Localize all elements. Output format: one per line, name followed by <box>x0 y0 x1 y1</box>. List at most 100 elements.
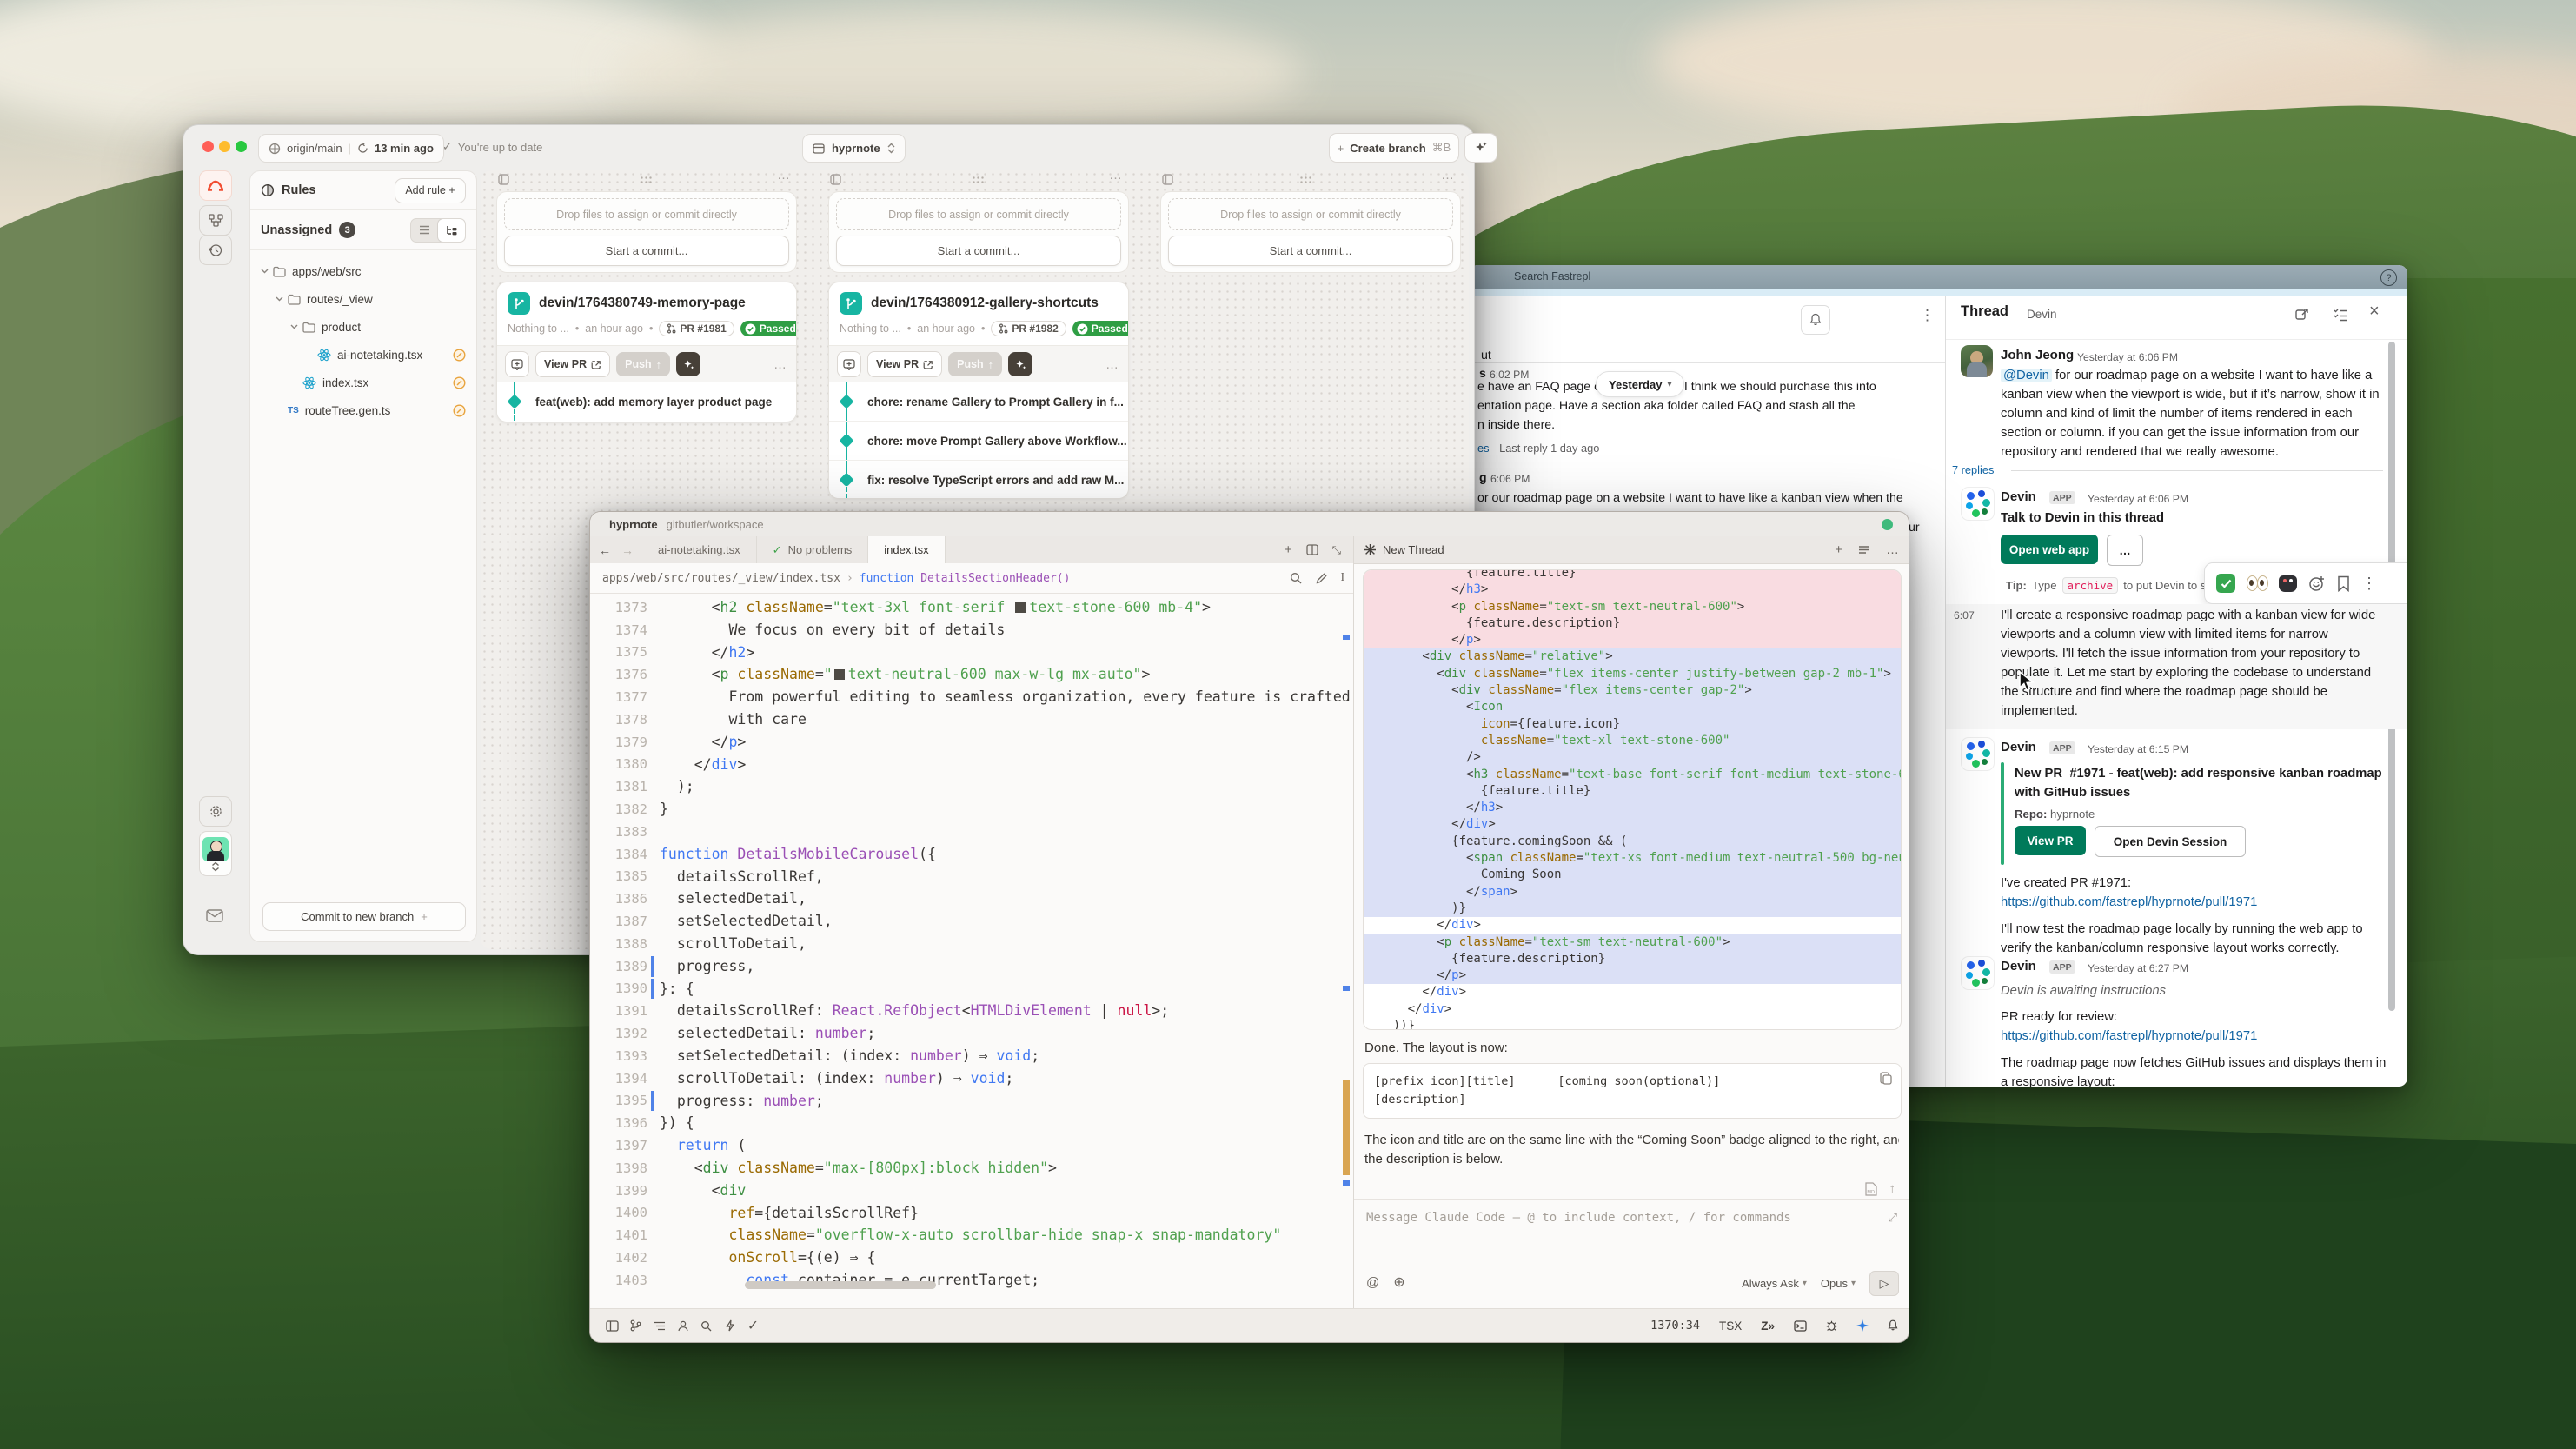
help-icon[interactable]: ? <box>2380 269 2397 286</box>
devin-avatar[interactable] <box>1961 737 1995 771</box>
ai-sparkle-icon[interactable] <box>1856 1319 1869 1332</box>
editor-titlebar[interactable]: hyprnote gitbutler/workspace <box>590 512 1909 536</box>
pr-number-pill[interactable]: PR #1982 <box>991 321 1066 336</box>
code-line[interactable]: 1390}: { <box>590 978 1351 1000</box>
project-switcher[interactable]: hyprnote <box>802 134 906 163</box>
new-tab-icon[interactable]: + <box>1285 542 1292 557</box>
code-line[interactable]: 1376 <p className="text-neutral-600 max-… <box>590 663 1351 686</box>
nav-forward-icon[interactable]: → <box>621 543 634 557</box>
thread-list-icon[interactable] <box>1858 545 1870 555</box>
commit-row[interactable]: fix: resolve TypeScript errors and add r… <box>829 460 1128 499</box>
channel-more-icon[interactable]: ⋮ <box>1920 307 1935 324</box>
code-line[interactable]: 1393 setSelectedDetail: (index: number) … <box>590 1045 1351 1067</box>
panel-dock-icon[interactable] <box>601 1320 624 1332</box>
add-rule-button[interactable]: Add rule + <box>395 178 466 203</box>
code-line[interactable]: 1396}) { <box>590 1112 1351 1134</box>
editor-breadcrumb[interactable]: apps/web/src/routes/_view/index.tsx › fu… <box>590 563 1378 594</box>
view-pr-button[interactable]: View PR <box>535 351 610 377</box>
create-branch-button[interactable]: + Create branch ⌘B <box>1329 133 1459 163</box>
branch-menu-icon[interactable]: … <box>773 357 788 372</box>
tab-ai-notetaking[interactable]: ai-notetaking.tsx <box>642 536 757 563</box>
horizontal-scrollbar[interactable] <box>745 1281 936 1289</box>
collapse-lane-icon[interactable] <box>1162 174 1173 185</box>
edit-pencil-icon[interactable] <box>1316 573 1327 584</box>
code-line[interactable]: 1381 ); <box>590 775 1351 798</box>
code-line[interactable]: 1377 From powerful editing to seamless o… <box>590 686 1351 708</box>
eyes-reaction-button[interactable] <box>2247 575 2267 591</box>
tree-item-apps-web-src[interactable]: apps/web/src <box>250 257 476 285</box>
commit-message[interactable]: chore: move Prompt Gallery above Workflo… <box>867 435 1127 448</box>
collab-people-icon[interactable] <box>671 1320 694 1332</box>
push-button[interactable]: Push ↑ <box>948 352 1002 376</box>
tab-diagnostics[interactable]: ✓No problems <box>757 536 869 563</box>
maximize-pane-icon[interactable]: ⤡ <box>1332 543 1341 557</box>
author-name[interactable]: Devin <box>2001 959 2036 974</box>
language-mode[interactable]: TSX <box>1719 1319 1742 1333</box>
drag-handle-icon[interactable] <box>1299 176 1313 183</box>
chevron-down-icon[interactable] <box>261 269 269 274</box>
commit-row[interactable]: chore: move Prompt Gallery above Workflo… <box>829 421 1128 460</box>
slack-search-input[interactable]: Search Fastrepl <box>1514 270 1590 282</box>
terminal-icon[interactable] <box>1794 1320 1807 1332</box>
code-line[interactable]: 1384function DetailsMobileCarousel({ <box>590 843 1351 866</box>
branches-nav-button[interactable] <box>199 205 232 236</box>
code-line[interactable]: 1392 selectedDetail: number; <box>590 1022 1351 1045</box>
pr-link[interactable]: https://github.com/fastrepl/hyprnote/pul… <box>2001 1027 2257 1046</box>
add-reaction-icon[interactable] <box>2308 575 2326 592</box>
drop-files-zone[interactable]: Drop files to assign or commit directly <box>504 198 789 230</box>
chevron-down-icon[interactable] <box>276 296 283 302</box>
drop-files-zone[interactable]: Drop files to assign or commit directly <box>836 198 1121 230</box>
review-button[interactable] <box>505 351 529 377</box>
mention-devin[interactable]: @Devin <box>2001 369 2052 382</box>
search-icon[interactable] <box>1290 572 1302 584</box>
collapse-lane-icon[interactable] <box>498 174 509 185</box>
lane-menu-icon[interactable]: … <box>1109 170 1124 183</box>
collapse-lane-icon[interactable] <box>830 174 841 185</box>
markdown-file-icon[interactable]: MD <box>1865 1182 1877 1196</box>
zoom-traffic-light[interactable] <box>236 141 247 152</box>
start-commit-button[interactable]: Start a commit... <box>836 236 1121 266</box>
code-line[interactable]: 1386 selectedDetail, <box>590 887 1351 910</box>
settings-button[interactable] <box>199 796 232 827</box>
custom-emoji-reaction-button[interactable] <box>2279 575 2297 592</box>
code-line[interactable]: 1403 const container = e.currentTarget; <box>590 1269 1351 1292</box>
branch-card[interactable]: devin/1764380749-memory-pageNothing to .… <box>496 282 797 422</box>
code-line[interactable]: 1385 detailsScrollRef, <box>590 866 1351 888</box>
code-line[interactable]: 1378 with care <box>590 708 1351 731</box>
start-commit-button[interactable]: Start a commit... <box>504 236 789 266</box>
new-thread-icon[interactable]: + <box>1835 542 1842 557</box>
open-devin-session-button[interactable]: Open Devin Session <box>2095 826 2246 857</box>
message-more-button[interactable]: … <box>2107 535 2143 566</box>
outline-icon[interactable] <box>647 1321 671 1331</box>
check-reaction-button[interactable] <box>2216 574 2235 593</box>
cursor-mode-icon[interactable]: I <box>1341 571 1345 585</box>
code-line[interactable]: 1391 detailsScrollRef: React.RefObject<H… <box>590 1000 1351 1022</box>
code-line[interactable]: 1387 setSelectedDetail, <box>590 910 1351 933</box>
author-name[interactable]: Devin <box>2001 489 2036 504</box>
debug-bug-icon[interactable] <box>1826 1319 1837 1332</box>
slack-titlebar[interactable]: Search Fastrepl ? <box>1469 265 2407 289</box>
tree-item-routetree-gen-ts[interactable]: TSrouteTree.gen.ts <box>250 396 476 424</box>
editor-branch-name[interactable]: gitbutler/workspace <box>667 518 764 531</box>
drag-handle-icon[interactable] <box>972 176 986 183</box>
ci-passed-badge[interactable]: Passed <box>1072 321 1129 336</box>
tree-item-product[interactable]: product <box>250 313 476 341</box>
tree-view-button[interactable] <box>438 219 465 242</box>
open-web-app-button[interactable]: Open web app <box>2001 535 2098 564</box>
devin-avatar[interactable] <box>1961 956 1995 990</box>
model-select[interactable]: Opus▾ <box>1821 1277 1856 1290</box>
pr-attachment-title[interactable]: New PR #1971 - feat(web): add responsive… <box>2015 764 2382 783</box>
history-nav-button[interactable] <box>199 235 232 265</box>
message-input[interactable]: Message Claude Code — @ to include conte… <box>1366 1211 1879 1225</box>
diagnostics-check-icon[interactable]: ✓ <box>741 1317 765 1334</box>
copy-icon[interactable] <box>1880 1072 1892 1085</box>
commit-row[interactable]: feat(web): add memory layer product page <box>497 382 796 421</box>
drag-handle-icon[interactable] <box>640 176 654 183</box>
commit-message[interactable]: feat(web): add memory layer product page <box>535 395 772 409</box>
code-line[interactable]: 1373 <h2 className="text-3xl font-serif … <box>590 596 1351 619</box>
author-name[interactable]: John Jeong <box>2001 348 2074 362</box>
expand-input-icon[interactable]: ⤢ <box>1889 1211 1897 1225</box>
minimize-traffic-light[interactable] <box>219 141 230 152</box>
code-line[interactable]: 1388 scrollToDetail, <box>590 933 1351 955</box>
collab-status-dot[interactable] <box>1882 519 1893 530</box>
